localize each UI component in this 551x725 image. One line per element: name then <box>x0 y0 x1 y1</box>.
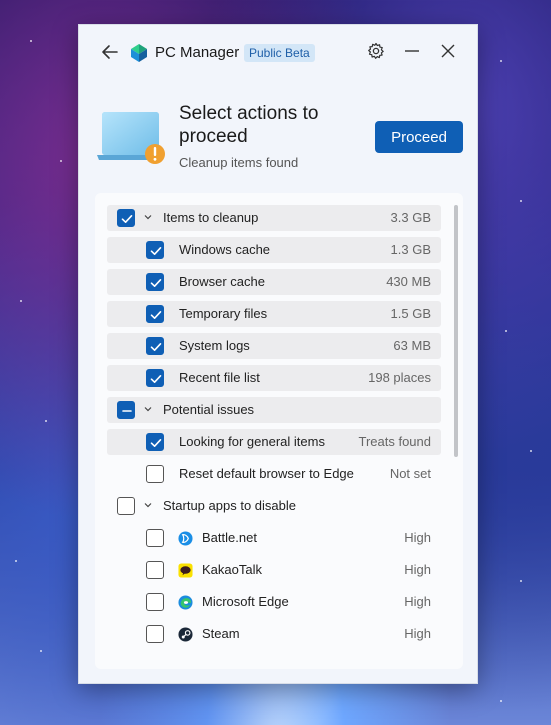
chevron-down-icon[interactable] <box>143 404 153 414</box>
edge-icon <box>178 595 193 610</box>
group-checkbox-startup[interactable] <box>117 497 135 515</box>
list-item[interactable]: Steam High <box>107 621 441 647</box>
page-headline: Select actions to proceed <box>179 103 319 147</box>
item-checkbox[interactable] <box>146 305 164 323</box>
list-item[interactable]: Temporary files 1.5 GB <box>107 301 441 327</box>
item-label: Reset default browser to Edge <box>179 466 354 481</box>
item-value: 63 MB <box>393 338 431 353</box>
item-checkbox[interactable] <box>146 529 164 547</box>
item-checkbox[interactable] <box>146 241 164 259</box>
item-checkbox[interactable] <box>146 593 164 611</box>
item-value: Not set <box>389 466 431 481</box>
item-value: High <box>404 530 431 545</box>
close-icon[interactable] <box>437 42 459 64</box>
item-value: 198 places <box>368 370 431 385</box>
chevron-down-icon[interactable] <box>143 212 153 222</box>
laptop-warning-illustration <box>97 110 167 170</box>
item-label: Steam <box>202 626 240 641</box>
proceed-button[interactable]: Proceed <box>375 121 463 153</box>
item-value: 1.3 GB <box>390 242 431 257</box>
group-checkbox-issues[interactable] <box>117 401 135 419</box>
group-potential-issues[interactable]: Potential issues <box>107 397 441 423</box>
minimize-icon[interactable] <box>401 42 423 64</box>
item-label: Temporary files <box>179 306 268 321</box>
back-arrow-icon[interactable] <box>99 42 121 64</box>
list-item[interactable]: Reset default browser to Edge Not set <box>107 461 441 487</box>
steam-icon <box>178 627 193 642</box>
item-checkbox[interactable] <box>146 625 164 643</box>
group-startup-apps[interactable]: Startup apps to disable <box>107 493 441 519</box>
item-label: Windows cache <box>179 242 271 257</box>
item-label: Looking for general items <box>179 434 325 449</box>
item-value: Treats found <box>358 434 431 449</box>
list-item[interactable]: Microsoft Edge High <box>107 589 441 615</box>
public-beta-badge: Public Beta <box>244 44 315 62</box>
group-checkbox-cleanup[interactable] <box>117 209 135 227</box>
actions-list-panel: Items to cleanup 3.3 GB Windows cache 1.… <box>95 193 463 669</box>
item-label: Browser cache <box>179 274 265 289</box>
chevron-down-icon[interactable] <box>143 500 153 510</box>
item-checkbox[interactable] <box>146 465 164 483</box>
list-item[interactable]: System logs 63 MB <box>107 333 441 359</box>
item-value: High <box>404 594 431 609</box>
settings-gear-icon[interactable] <box>365 42 387 64</box>
item-label: Battle.net <box>202 530 257 545</box>
actions-list: Items to cleanup 3.3 GB Windows cache 1.… <box>107 205 441 653</box>
item-checkbox[interactable] <box>146 433 164 451</box>
list-item[interactable]: Browser cache 430 MB <box>107 269 441 295</box>
app-title: PC Manager <box>155 44 240 61</box>
title-bar: PC Manager Public Beta <box>79 25 477 81</box>
item-checkbox[interactable] <box>146 369 164 387</box>
item-label: KakaoTalk <box>202 562 262 577</box>
list-item[interactable]: Windows cache 1.3 GB <box>107 237 441 263</box>
item-checkbox[interactable] <box>146 561 164 579</box>
group-label: Items to cleanup <box>163 210 259 225</box>
group-items-to-cleanup[interactable]: Items to cleanup 3.3 GB <box>107 205 441 231</box>
item-label: Recent file list <box>179 370 260 385</box>
item-value: High <box>404 562 431 577</box>
kakaotalk-icon <box>178 563 193 578</box>
group-value: 3.3 GB <box>390 210 431 225</box>
list-item[interactable]: Looking for general items Treats found <box>107 429 441 455</box>
item-label: System logs <box>179 338 250 353</box>
item-checkbox[interactable] <box>146 337 164 355</box>
group-label: Potential issues <box>163 402 255 417</box>
list-scrollbar[interactable] <box>454 205 458 457</box>
list-item[interactable]: Recent file list 198 places <box>107 365 441 391</box>
item-checkbox[interactable] <box>146 273 164 291</box>
list-item[interactable]: KakaoTalk High <box>107 557 441 583</box>
item-value: 430 MB <box>386 274 431 289</box>
item-value: High <box>404 626 431 641</box>
group-label: Startup apps to disable <box>163 498 296 513</box>
battlenet-icon <box>178 531 193 546</box>
list-item[interactable]: Battle.net High <box>107 525 441 551</box>
pc-manager-window: PC Manager Public Beta Select actions to… <box>78 24 478 684</box>
item-value: 1.5 GB <box>390 306 431 321</box>
page-subtitle: Cleanup items found <box>179 155 299 170</box>
item-label: Microsoft Edge <box>202 594 289 609</box>
pc-manager-logo-icon <box>129 43 149 63</box>
